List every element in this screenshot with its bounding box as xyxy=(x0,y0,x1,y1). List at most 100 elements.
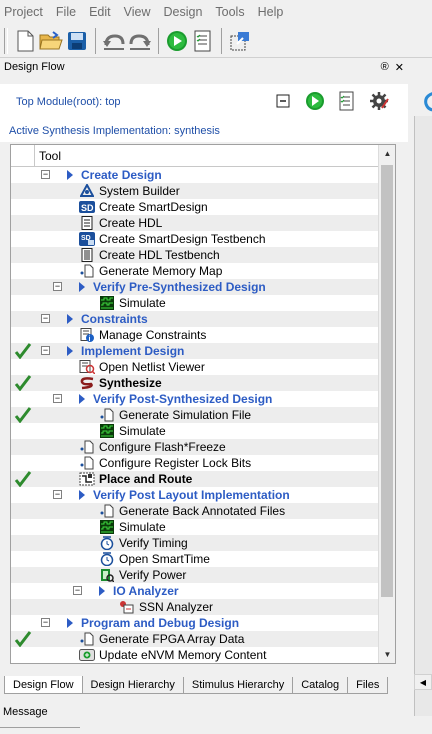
run-group-icon[interactable] xyxy=(67,346,73,356)
tree-item-label[interactable]: Create SmartDesign Testbench xyxy=(99,231,266,247)
tree-group-row[interactable]: − Verify Post-Synthesized Design xyxy=(11,391,379,407)
tool-column-header[interactable]: Tool xyxy=(35,149,61,163)
tree-item-row[interactable]: Generate FPGA Array Data xyxy=(11,631,379,648)
run-icon[interactable] xyxy=(164,28,190,54)
expander-icon[interactable]: − xyxy=(41,346,50,355)
tree-item-row[interactable]: Open SmartTime xyxy=(11,551,379,567)
tree-group-label[interactable]: Create Design xyxy=(81,167,162,183)
tree-item-row[interactable]: Open Netlist Viewer xyxy=(11,359,379,375)
tab-catalog[interactable]: Catalog xyxy=(292,677,349,694)
expander-icon[interactable]: − xyxy=(41,314,50,323)
tree-group-row[interactable]: − Verify Post Layout Implementation xyxy=(11,487,379,503)
run-group-icon[interactable] xyxy=(67,314,73,324)
menu-view[interactable]: View xyxy=(124,5,151,19)
tree-group-row[interactable]: − Implement Design xyxy=(11,343,379,360)
run-group-icon[interactable] xyxy=(67,618,73,628)
tab-stimulus-hierarchy[interactable]: Stimulus Hierarchy xyxy=(182,677,294,694)
close-panel-icon[interactable]: ✕ xyxy=(395,61,404,74)
expander-icon[interactable]: − xyxy=(53,394,62,403)
collapse-all-icon[interactable] xyxy=(272,90,294,112)
tree-item-row[interactable]: Create HDL xyxy=(11,215,379,231)
tree-item-label[interactable]: Update eNVM Memory Content xyxy=(99,647,266,663)
top-module-label[interactable]: Top Module(root): top xyxy=(16,96,121,108)
scroll-up-icon[interactable]: ▲ xyxy=(379,145,395,162)
tree-item-label[interactable]: Open Netlist Viewer xyxy=(99,359,205,375)
expander-icon[interactable]: − xyxy=(73,586,82,595)
menu-file[interactable]: File xyxy=(56,5,76,19)
run-group-icon[interactable] xyxy=(99,586,105,596)
tab-design-flow[interactable]: Design Flow xyxy=(4,676,83,694)
tree-item-row[interactable]: Synthesize xyxy=(11,375,379,392)
tree-item-label[interactable]: Create HDL xyxy=(99,215,162,231)
help-icon[interactable] xyxy=(422,90,432,115)
tree-item-label[interactable]: Simulate xyxy=(119,423,166,439)
menu-edit[interactable]: Edit xyxy=(89,5,111,19)
tree-item-label[interactable]: SSN Analyzer xyxy=(139,599,213,615)
tree-item-label[interactable]: Generate Back Annotated Files xyxy=(119,503,285,519)
tab-files[interactable]: Files xyxy=(347,677,389,694)
scroll-left-icon[interactable]: ◀ xyxy=(414,674,432,690)
float-panel-icon[interactable]: ® xyxy=(381,61,389,74)
tree-item-row[interactable]: Generate Simulation File xyxy=(11,407,379,424)
undo-icon[interactable] xyxy=(101,28,127,54)
menu-tools[interactable]: Tools xyxy=(215,5,244,19)
tree-item-label[interactable]: Verify Timing xyxy=(119,535,188,551)
new-file-icon[interactable] xyxy=(12,28,38,54)
tree-item-label[interactable]: System Builder xyxy=(99,183,180,199)
flow-settings-icon[interactable] xyxy=(368,90,390,112)
tree-item-label[interactable]: Simulate xyxy=(119,295,166,311)
tree-item-row[interactable]: Simulate xyxy=(11,519,379,535)
tree-item-label[interactable]: Create SmartDesign xyxy=(99,199,208,215)
tab-design-hierarchy[interactable]: Design Hierarchy xyxy=(81,677,184,694)
tree-item-row[interactable]: Place and Route xyxy=(11,471,379,488)
tree-item-row[interactable]: System Builder xyxy=(11,183,379,199)
tree-group-row[interactable]: − Program and Debug Design xyxy=(11,615,379,631)
tree-item-row[interactable]: Simulate xyxy=(11,423,379,439)
tree-item-label[interactable]: Generate Simulation File xyxy=(119,407,251,423)
tree-item-row[interactable]: Verify Timing xyxy=(11,535,379,551)
expander-icon[interactable]: − xyxy=(53,282,62,291)
tree-item-row[interactable]: SD Create SmartDesign xyxy=(11,199,379,215)
run-group-icon[interactable] xyxy=(67,170,73,180)
tree-item-row[interactable]: i Manage Constraints xyxy=(11,327,379,343)
open-folder-icon[interactable] xyxy=(38,28,64,54)
tree-group-label[interactable]: Verify Post Layout Implementation xyxy=(93,487,290,503)
tree-item-row[interactable]: Verify Power xyxy=(11,567,379,583)
tree-item-label[interactable]: Place and Route xyxy=(99,471,192,487)
expander-icon[interactable]: − xyxy=(41,618,50,627)
vertical-scrollbar[interactable]: ▲ ▼ xyxy=(378,145,395,663)
tree-item-label[interactable]: Configure Register Lock Bits xyxy=(99,455,251,471)
scroll-down-icon[interactable]: ▼ xyxy=(379,646,395,663)
expander-icon[interactable]: − xyxy=(41,170,50,179)
tree-item-row[interactable]: Simulate xyxy=(11,295,379,311)
tree-item-label[interactable]: Open SmartTime xyxy=(119,551,210,567)
menu-design[interactable]: Design xyxy=(163,5,202,19)
tree-group-row[interactable]: − IO Analyzer xyxy=(11,583,379,599)
window-icon[interactable] xyxy=(227,28,253,54)
tree-item-label[interactable]: Verify Power xyxy=(119,567,186,583)
tree-group-label[interactable]: Verify Pre-Synthesized Design xyxy=(93,279,266,295)
tree-group-label[interactable]: Constraints xyxy=(81,311,148,327)
run-group-icon[interactable] xyxy=(79,490,85,500)
tree-group-label[interactable]: Verify Post-Synthesized Design xyxy=(93,391,272,407)
redo-icon[interactable] xyxy=(127,28,153,54)
expander-icon[interactable]: − xyxy=(53,490,62,499)
run-group-icon[interactable] xyxy=(79,282,85,292)
tree-item-row[interactable]: SSN Analyzer xyxy=(11,599,379,615)
flow-report-icon[interactable] xyxy=(336,90,358,112)
tree-item-label[interactable]: Manage Constraints xyxy=(99,327,206,343)
tree-item-label[interactable]: Configure Flash*Freeze xyxy=(99,439,226,455)
toolbar-grip[interactable] xyxy=(4,27,8,54)
tree-group-row[interactable]: − Create Design xyxy=(11,167,379,183)
tree-item-row[interactable]: Configure Flash*Freeze xyxy=(11,439,379,455)
tree-item-row[interactable]: Generate Back Annotated Files xyxy=(11,503,379,519)
tree-item-label[interactable]: Generate FPGA Array Data xyxy=(99,631,244,647)
report-icon[interactable] xyxy=(190,28,216,54)
tree-item-row[interactable]: Update eNVM Memory Content xyxy=(11,647,379,663)
tree-item-row[interactable]: SD Create SmartDesign Testbench xyxy=(11,231,379,247)
scroll-thumb[interactable] xyxy=(381,165,393,597)
tree-group-label[interactable]: IO Analyzer xyxy=(113,583,179,599)
tree-item-row[interactable]: Create HDL Testbench xyxy=(11,247,379,263)
save-icon[interactable] xyxy=(64,28,90,54)
tree-item-label[interactable]: Simulate xyxy=(119,519,166,535)
